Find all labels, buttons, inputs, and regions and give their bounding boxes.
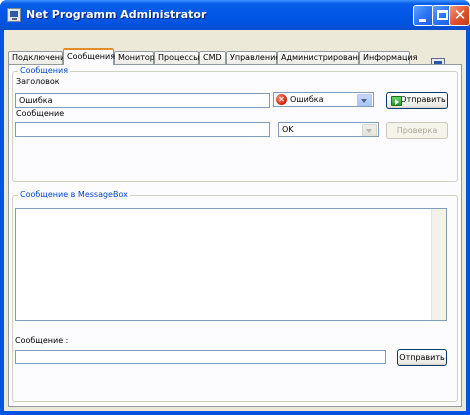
tab-cmd[interactable]: CMD [199,51,226,64]
tab-label: Администрирование [281,53,368,62]
messagebox-message-label: Сообщение : [15,336,69,345]
group-caption: Сообщение в MessageBox [18,190,130,199]
group-caption: Сообщения [18,66,71,75]
maximize-icon [437,10,448,20]
messagebox-preview[interactable] [15,208,447,321]
tab-label: Подключения [12,53,71,62]
header-input[interactable]: Ошибка [15,93,270,108]
tab-connections[interactable]: Подключения [8,51,70,64]
icon-combo-value: Ошибка [290,95,324,104]
tab-panel-messages: Сообщения Заголовок Ошибка ✕ Ошибка Отпр… [8,64,462,407]
tab-management[interactable]: Управление [226,51,281,64]
messages-group: Сообщения Заголовок Ошибка ✕ Ошибка Отпр… [12,66,458,182]
close-button[interactable]: ✕ [449,5,470,26]
client-area: Подключения Сообщения Монитор Процессы C… [4,30,466,411]
message-label: Сообщение [16,109,65,118]
minimize-icon [419,19,426,22]
messagebox-send-button[interactable]: Отправить [397,349,447,366]
chevron-down-icon[interactable] [362,124,377,136]
tab-label: Процессы [158,53,200,62]
check-button[interactable]: Проверка [386,122,448,139]
chevron-down-icon[interactable] [357,94,372,106]
tab-administration[interactable]: Администрирование [277,51,368,64]
send-message-button[interactable]: Отправить [386,92,448,109]
error-icon: ✕ [276,94,287,105]
send-button-label: Отправить [400,95,446,104]
app-icon [7,8,21,22]
tab-monitor[interactable]: Монитор [114,51,155,64]
tab-processes[interactable]: Процессы [154,51,199,64]
close-icon: ✕ [453,6,467,24]
tab-label: Сообщения [67,52,116,61]
minimize-button[interactable] [413,5,434,26]
header-label: Заголовок [16,77,60,86]
buttons-combo[interactable]: OK [278,122,379,137]
window-title: Net Programm Administrator [26,8,207,21]
tab-label: Управление [230,53,281,62]
message-input[interactable] [15,122,270,137]
messagebox-message-input[interactable] [15,350,386,364]
messagebox-group: Сообщение в MessageBox Сообщение : Отпра… [12,190,458,402]
app-window: Net Programm Administrator ✕ Подключения… [0,0,470,415]
tab-information[interactable]: Информация [359,51,417,64]
tab-label: CMD [203,53,222,62]
tab-label: Монитор [118,53,155,62]
send-icon [391,96,402,106]
icon-combo[interactable]: ✕ Ошибка [273,92,374,107]
tab-label: Информация [363,53,418,62]
tab-messages[interactable]: Сообщения [63,48,116,65]
title-bar[interactable]: Net Programm Administrator ✕ [0,0,470,30]
buttons-combo-value: OK [282,125,294,134]
scrollbar[interactable] [431,209,446,320]
